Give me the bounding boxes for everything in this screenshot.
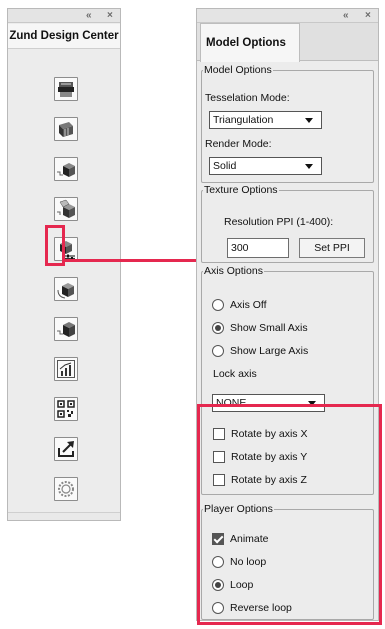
tesselation-dropdown[interactable]: Triangulation xyxy=(209,111,322,129)
chart-tool-button[interactable] xyxy=(54,357,78,381)
group-legend: Axis Options xyxy=(204,265,263,277)
export-tool-button[interactable] xyxy=(54,437,78,461)
close-icon[interactable]: × xyxy=(365,9,371,22)
box-fold-tool-button[interactable] xyxy=(54,317,78,341)
qr-code-tool-button[interactable] xyxy=(54,397,78,421)
export-icon xyxy=(58,441,74,457)
chevron-down-icon xyxy=(305,118,313,123)
radio-selected-icon xyxy=(212,322,224,334)
box-front-icon xyxy=(57,163,75,177)
highlight-connector xyxy=(64,259,196,262)
radio-label: Show Large Axis xyxy=(230,345,309,357)
radio-icon xyxy=(212,345,224,357)
settings-tool-button[interactable] xyxy=(54,477,78,501)
close-icon[interactable]: × xyxy=(107,9,113,22)
group-legend: Model Options xyxy=(204,64,272,76)
set-ppi-button[interactable]: Set PPI xyxy=(299,238,365,258)
box-front-tool-button[interactable] xyxy=(54,157,78,181)
printer-icon xyxy=(58,82,74,97)
chart-icon xyxy=(57,360,75,378)
render-mode-dropdown[interactable]: Solid xyxy=(209,157,322,175)
panel-title: Zund Design Center xyxy=(8,24,120,49)
resolution-label: Resolution PPI (1-400): xyxy=(224,216,334,228)
texture-options-group: Texture Options Resolution PPI (1-400): … xyxy=(201,184,374,263)
gear-icon xyxy=(58,481,74,497)
cutting-mat-tool-button[interactable] xyxy=(54,117,78,141)
lock-axis-label: Lock axis xyxy=(213,368,257,380)
radio-label: Show Small Axis xyxy=(230,322,308,334)
box-rotate-icon xyxy=(57,283,74,299)
cutting-mat-icon xyxy=(59,122,73,137)
box-open-icon xyxy=(57,199,75,218)
printer-tool-button[interactable] xyxy=(54,77,78,101)
box-rotate-tool-button[interactable] xyxy=(54,277,78,301)
radio-label: Axis Off xyxy=(230,299,267,311)
box-open-tool-button[interactable] xyxy=(54,197,78,221)
tool-highlight-frame xyxy=(45,225,65,266)
tab-model-options[interactable]: Model Options xyxy=(200,23,300,62)
panel-topbar: « × xyxy=(197,9,378,23)
panel-footer xyxy=(8,512,120,520)
panel-topbar: « × xyxy=(8,9,120,23)
render-mode-label: Render Mode: xyxy=(205,138,272,150)
qr-code-icon xyxy=(57,400,75,418)
resolution-input[interactable]: 300 xyxy=(227,238,289,258)
collapse-icon[interactable]: « xyxy=(86,9,92,22)
dropdown-value: Solid xyxy=(213,160,237,172)
model-options-group: Model Options Tesselation Mode: Triangul… xyxy=(201,64,374,183)
dropdown-value: Triangulation xyxy=(213,114,274,126)
collapse-icon[interactable]: « xyxy=(343,9,349,22)
box-fold-icon xyxy=(57,322,75,337)
chevron-down-icon xyxy=(305,164,313,169)
group-legend: Texture Options xyxy=(204,184,278,196)
radio-icon xyxy=(212,299,224,311)
options-highlight-frame xyxy=(197,404,382,625)
tesselation-label: Tesselation Mode: xyxy=(205,92,290,104)
